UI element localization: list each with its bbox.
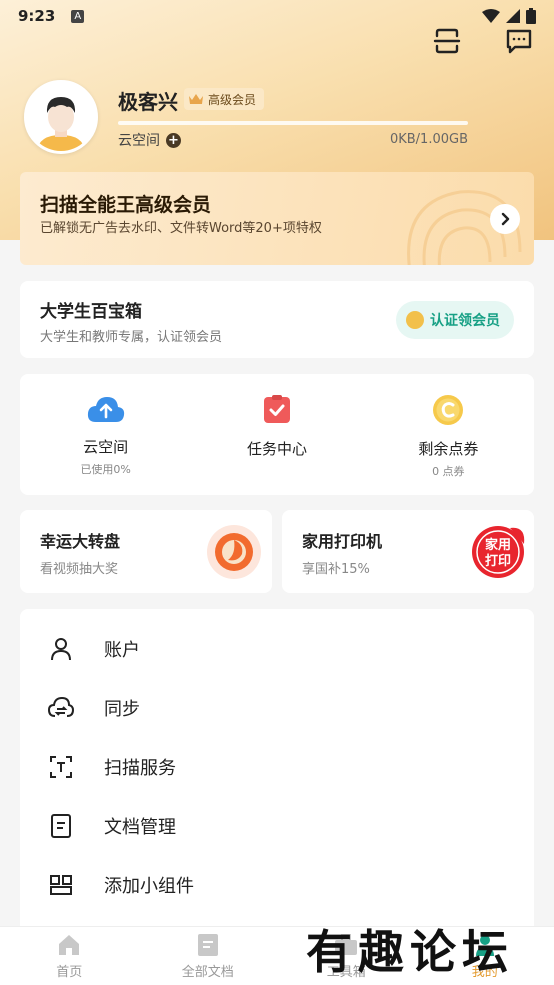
add-circle-icon[interactable]: + <box>166 132 181 148</box>
promo-desc: 享国补15% <box>302 562 370 577</box>
cloud-progress-bar <box>118 121 468 125</box>
quick-action-label: 云空间 <box>83 438 129 456</box>
tab-label: 全部文档 <box>181 965 234 980</box>
header-actions <box>432 26 534 56</box>
tab-home[interactable]: 首页 <box>0 927 139 985</box>
promo-desc: 看视频抽大奖 <box>40 562 119 577</box>
chevron-right-icon[interactable] <box>490 204 520 234</box>
profile-section: 极客兴 高级会员 云空间 + 0KB/1.00GB <box>24 80 534 160</box>
coin-icon <box>433 395 464 425</box>
menu-item-scan-service[interactable]: 扫描服务 <box>20 737 534 796</box>
document-icon <box>48 813 74 839</box>
avatar[interactable] <box>24 80 98 154</box>
quick-action-label: 剩余点券 <box>418 440 479 458</box>
menu-item-account[interactable]: 账户 <box>20 619 534 678</box>
quick-action-coupons[interactable]: 剩余点券 0 点券 <box>363 374 534 495</box>
promo-title: 家用打印机 <box>302 532 383 551</box>
cloud-space-label: 云空间 <box>118 133 160 149</box>
signal-icon <box>506 9 520 23</box>
status-time: 9:23 <box>18 7 56 25</box>
quick-action-tasks[interactable]: 任务中心 <box>191 374 362 495</box>
quick-action-cloud[interactable]: 云空间 已使用0% <box>20 374 191 495</box>
verify-member-button[interactable]: 认证领会员 <box>396 301 514 339</box>
menu-item-label: 同步 <box>104 698 140 720</box>
vip-banner-desc: 已解锁无广告去水印、文件转Word等20+项特权 <box>40 221 322 236</box>
user-icon <box>48 636 74 662</box>
promo-home-printer[interactable]: 家用打印机 享国补15% 家用 打印 <box>282 510 534 593</box>
scan-text-icon <box>48 754 74 780</box>
vip-banner-title: 扫描全能王高级会员 <box>40 194 212 216</box>
menu-item-add-widget[interactable]: 添加小组件 <box>20 855 534 914</box>
cloud-space-link[interactable]: 云空间 + <box>118 130 181 150</box>
quick-action-sub: 已使用0% <box>80 463 131 476</box>
printer-badge-line2: 打印 <box>485 553 511 569</box>
wifi-icon <box>482 9 500 23</box>
tab-all-docs[interactable]: 全部文档 <box>139 927 278 985</box>
cloud-sync-icon <box>48 695 74 721</box>
home-icon <box>59 935 80 955</box>
task-icon <box>263 395 290 423</box>
vip-badge-label: 高级会员 <box>208 92 257 107</box>
lucky-wheel-icon <box>207 525 261 579</box>
settings-menu: 账户 同步 扫描服务 文档管理 添加小组件 <box>20 609 534 939</box>
verify-member-label: 认证领会员 <box>430 313 500 329</box>
menu-item-sync[interactable]: 同步 <box>20 678 534 737</box>
notification-icon: A <box>71 9 85 23</box>
message-icon[interactable] <box>504 26 534 56</box>
widget-icon <box>48 872 74 898</box>
docs-icon <box>197 934 218 956</box>
cloud-usage-text: 0KB/1.00GB <box>389 132 468 147</box>
battery-icon <box>526 8 536 24</box>
quick-action-sub: 0 点券 <box>432 465 465 478</box>
cloud-upload-icon <box>87 397 124 422</box>
scan-icon[interactable] <box>432 26 462 56</box>
promo-title: 幸运大转盘 <box>40 532 121 551</box>
student-card[interactable]: 大学生百宝箱 大学生和教师专属，认证领会员 认证领会员 <box>20 281 534 358</box>
student-card-title: 大学生百宝箱 <box>40 302 142 322</box>
badge-coin-icon <box>406 311 424 329</box>
crown-icon <box>189 94 203 104</box>
quick-actions: 云空间 已使用0% 任务中心 剩余点券 0 点券 <box>20 374 534 495</box>
vip-banner[interactable]: 扫描全能王高级会员 已解锁无广告去水印、文件转Word等20+项特权 <box>20 172 534 265</box>
vip-badge[interactable]: 高级会员 <box>184 88 265 110</box>
promo-lucky-wheel[interactable]: 幸运大转盘 看视频抽大奖 <box>20 510 272 593</box>
printer-badge-line1: 家用 <box>485 537 511 553</box>
menu-item-label: 账户 <box>104 639 140 661</box>
tab-label: 首页 <box>56 965 83 980</box>
menu-item-label: 扫描服务 <box>104 757 176 779</box>
menu-item-label: 添加小组件 <box>104 875 194 897</box>
menu-item-label: 文档管理 <box>104 816 176 838</box>
student-card-desc: 大学生和教师专属，认证领会员 <box>40 330 223 345</box>
quick-action-label: 任务中心 <box>246 440 307 458</box>
printer-badge-icon: 家用 打印 <box>472 526 525 578</box>
menu-item-doc-management[interactable]: 文档管理 <box>20 796 534 855</box>
watermark-text: 有趣论坛 <box>306 925 514 979</box>
username: 极客兴 <box>118 90 178 114</box>
